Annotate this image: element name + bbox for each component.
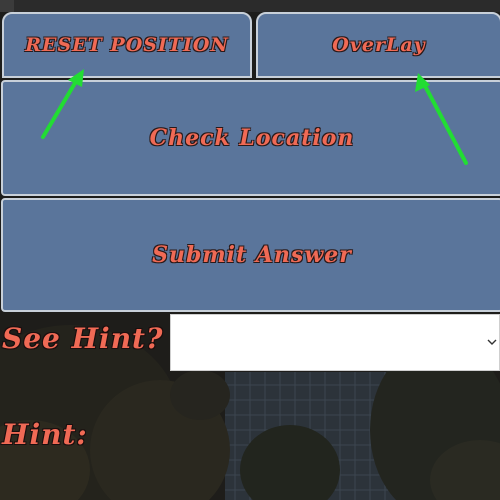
check-location-label: Check Location — [149, 125, 355, 151]
overlay-label: OverLay — [332, 34, 426, 56]
see-hint-label: See Hint? — [2, 322, 164, 355]
hint-label: Hint: — [2, 418, 88, 451]
chevron-down-icon — [487, 339, 497, 345]
reset-position-button[interactable]: RESET POSITION — [2, 12, 252, 78]
overlay-button[interactable]: OverLay — [256, 12, 500, 78]
top-strip — [0, 0, 500, 12]
check-location-button[interactable]: Check Location — [1, 80, 500, 196]
submit-answer-button[interactable]: Submit Answer — [1, 198, 500, 312]
reset-position-label: RESET POSITION — [25, 34, 229, 56]
top-strip-edge — [0, 0, 14, 12]
submit-answer-label: Submit Answer — [152, 242, 352, 268]
hint-select[interactable] — [170, 314, 500, 371]
page: RESET POSITION OverLay Check Location Su… — [0, 0, 500, 500]
